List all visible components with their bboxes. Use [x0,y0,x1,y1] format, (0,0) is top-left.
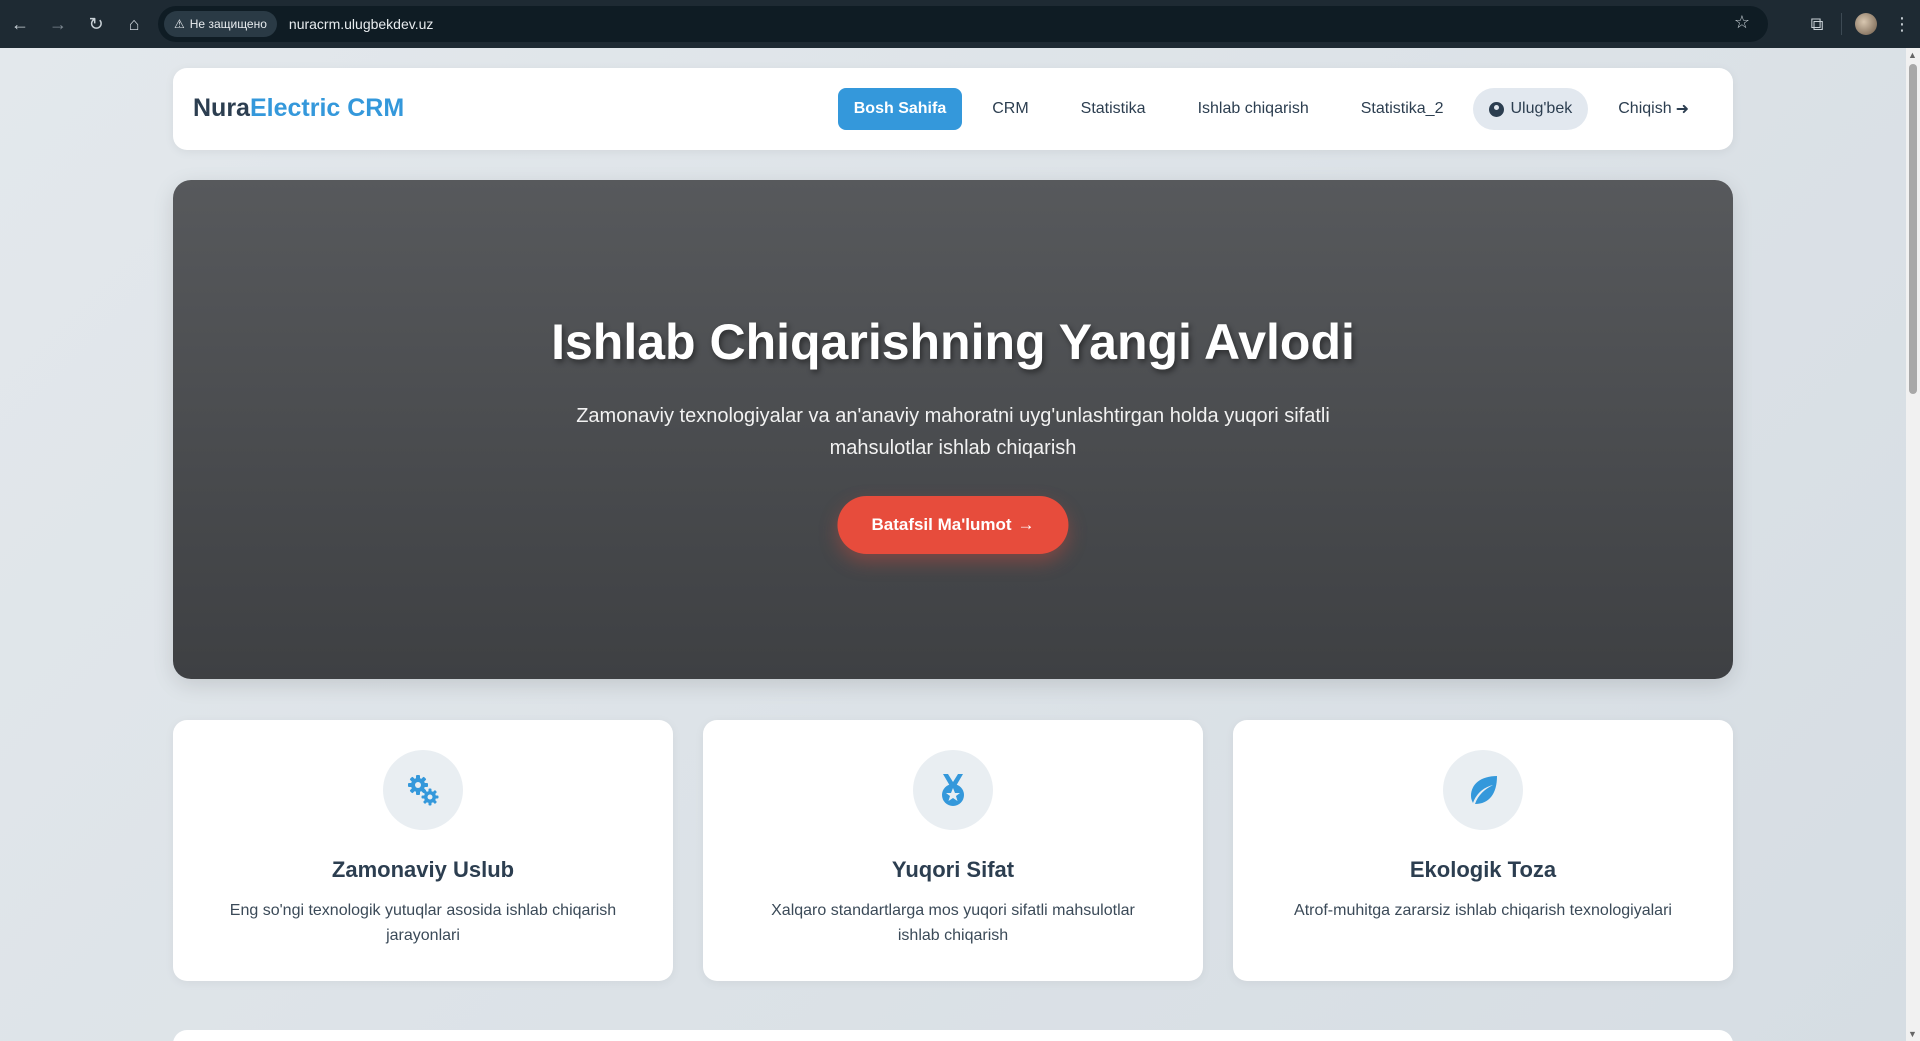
user-name: Ulug'bek [1510,100,1573,117]
url-text[interactable]: nuracrm.ulugbekdev.uz [289,16,433,32]
hero-section: Ishlab Chiqarishning Yangi Avlodi Zamona… [173,180,1733,679]
leaf-icon [1471,776,1497,804]
profile-avatar[interactable] [1848,6,1884,42]
brand-logo[interactable]: NuraElectric CRM [193,94,404,123]
warning-icon: ⚠ [174,17,185,31]
forward-icon[interactable]: → [40,6,76,42]
address-bar[interactable]: ⚠ Не защищено nuracrm.ulugbekdev.uz ☆ [158,6,1768,42]
learn-more-button[interactable]: Batafsil Ma'lumot → [837,496,1069,554]
nav-item-ishlab-chiqarish[interactable]: Ishlab chiqarish [1176,88,1331,130]
feature-description: Atrof-muhitga zararsiz ishlab chiqarish … [1294,902,1672,919]
nav-item-crm[interactable]: CRM [970,88,1050,130]
feature-title: Zamonaviy Uslub [331,857,515,882]
feature-description: Eng so'ngi texnologik yutuqlar asosida i… [229,902,617,944]
top-navbar: NuraElectric CRM Bosh Sahifa CRM Statist… [173,68,1733,150]
feature-icon-wrap [1443,750,1523,830]
logout-label: Chiqish [1618,100,1672,117]
medal-icon [942,774,964,806]
feature-icon-wrap [913,750,993,830]
gears-icon [408,775,439,806]
nav-item-statistika[interactable]: Statistika [1059,88,1168,130]
feature-card-quality: Yuqori Sifat Xalqaro standartlarga mos y… [703,720,1203,981]
feature-title: Ekologik Toza [1409,857,1557,882]
nav-links: Bosh Sahifa CRM Statistika Ishlab chiqar… [837,88,1711,130]
sign-out-icon: ➜ [1675,101,1689,118]
user-menu-button[interactable]: Ulug'bek [1473,88,1589,130]
reload-icon[interactable]: ↻ [78,6,114,42]
toolbar-divider [1841,13,1842,35]
security-label: Не защищено [189,17,267,31]
next-section-peek [173,1030,1733,1041]
user-circle-icon [1489,101,1505,117]
scroll-up-icon[interactable]: ▲ [1908,50,1917,60]
scroll-down-icon[interactable]: ▼ [1908,1029,1917,1039]
hero-title: Ishlab Chiqarishning Yangi Avlodi [551,314,1355,370]
scrollbar-thumb[interactable] [1909,64,1917,394]
security-chip[interactable]: ⚠ Не защищено [164,11,277,37]
nav-item-bosh-sahifa[interactable]: Bosh Sahifa [837,88,963,130]
feature-description: Xalqaro standartlarga mos yuqori sifatli… [771,902,1135,944]
feature-title: Yuqori Sifat [891,857,1015,882]
logout-button[interactable]: Chiqish ➜ [1596,88,1711,130]
nav-item-statistika-2[interactable]: Statistika_2 [1339,88,1466,130]
brand-accent: Electric CRM [249,94,405,122]
bookmark-star-icon[interactable]: ☆ [1734,12,1750,33]
home-icon[interactable]: ⌂ [116,6,152,42]
cta-label: Batafsil Ma'lumot [871,515,1012,534]
back-icon[interactable]: ← [2,6,38,42]
arrow-right-icon: → [1017,515,1035,534]
menu-kebab-icon[interactable]: ⋮ [1884,6,1920,42]
extensions-icon[interactable]: ⧉ [1799,6,1835,42]
feature-icon-wrap [383,750,463,830]
page-scrollbar[interactable]: ▲ ▼ [1906,48,1920,1041]
feature-card-modern: Zamonaviy Uslub Eng so'ngi texnologik yu… [173,720,673,981]
browser-toolbar: ← → ↻ ⌂ ⚠ Не защищено nuracrm.ulugbekdev… [0,0,1920,48]
feature-card-eco: Ekologik Toza Atrof-muhitga zararsiz ish… [1233,720,1733,981]
hero-subtitle: Zamonaviy texnologiyalar va an'anaviy ma… [576,405,1330,459]
brand-primary: Nura [193,94,250,122]
page-viewport: NuraElectric CRM Bosh Sahifa CRM Statist… [0,48,1906,1041]
